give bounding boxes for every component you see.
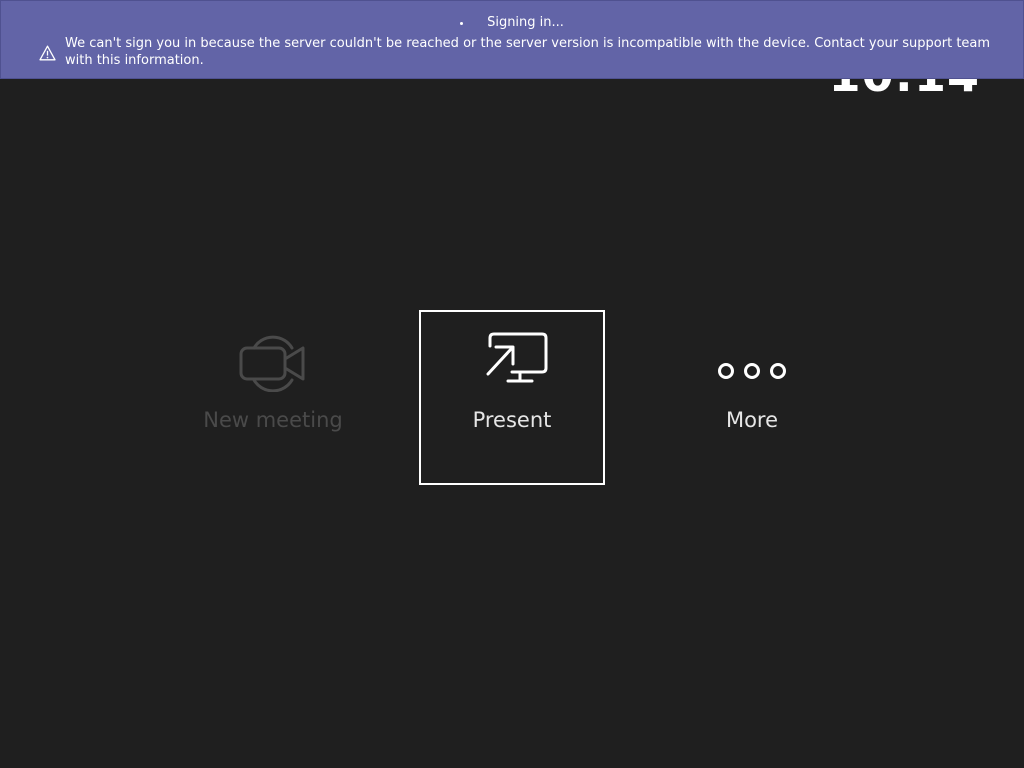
- new-meeting-button[interactable]: New meeting: [180, 310, 366, 485]
- teams-room-home-screen: 10:14 Signing in... We can't sign you in…: [0, 0, 1024, 768]
- sign-in-error-banner: Signing in... We can't sign you in becau…: [0, 0, 1024, 79]
- action-tiles: New meeting Present More: [0, 310, 1024, 485]
- sign-in-status: Signing in...: [1, 15, 1023, 31]
- sign-in-status-text: Signing in...: [487, 15, 564, 30]
- more-button[interactable]: More: [659, 310, 845, 485]
- new-meeting-label: New meeting: [203, 408, 343, 432]
- present-label: Present: [472, 408, 552, 432]
- progress-dot-icon: [460, 22, 464, 25]
- more-label: More: [725, 408, 779, 432]
- present-button[interactable]: Present: [419, 310, 605, 485]
- warning-icon: [39, 45, 56, 61]
- sign-in-error-message: We can't sign you in because the server …: [65, 36, 991, 68]
- more-options-icon: [718, 363, 786, 379]
- video-camera-icon: [239, 335, 305, 392]
- share-screen-icon: [486, 332, 548, 383]
